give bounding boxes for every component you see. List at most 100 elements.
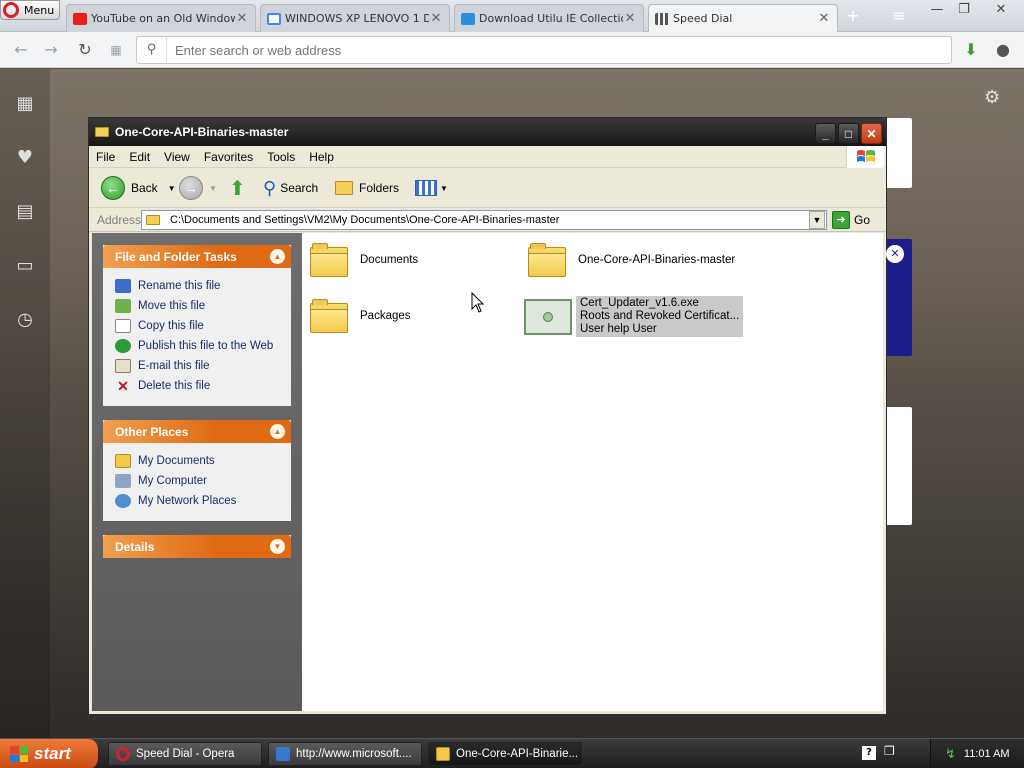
task-label: Copy this file bbox=[138, 320, 204, 332]
address-field[interactable]: C:\Documents and Settings\VM2\My Documen… bbox=[141, 210, 827, 230]
tile-close-icon[interactable]: ✕ bbox=[886, 245, 904, 263]
file-description: Roots and Revoked Certificat... bbox=[580, 310, 740, 322]
speed-dial-tile[interactable] bbox=[884, 407, 912, 525]
taskbar-button-label: Speed Dial - Opera bbox=[136, 748, 235, 760]
taskbar-button-opera[interactable]: Speed Dial - Opera bbox=[108, 742, 262, 766]
explorer-addressbar: Address C:\Documents and Settings\VM2\My… bbox=[89, 208, 886, 232]
menu-favorites[interactable]: Favorites bbox=[197, 150, 260, 164]
panel-header[interactable]: Other Places ▲ bbox=[103, 420, 291, 443]
new-tab-plus-icon[interactable]: + bbox=[842, 6, 864, 25]
help-icon[interactable]: ? bbox=[862, 746, 876, 760]
close-icon[interactable]: ✕ bbox=[623, 11, 637, 26]
dropdown-arrow-icon[interactable]: ▼ bbox=[168, 184, 176, 193]
address-dropdown[interactable]: ▼ bbox=[809, 211, 825, 229]
dropdown-arrow-icon: ▼ bbox=[440, 183, 448, 193]
folders-button[interactable]: Folders bbox=[335, 174, 399, 202]
tab-menu-icon[interactable]: ≡ bbox=[888, 6, 910, 25]
task-copy[interactable]: Copy this file bbox=[115, 316, 281, 336]
back-label: Back bbox=[131, 181, 158, 195]
task-move[interactable]: Move this file bbox=[115, 296, 281, 316]
task-list: Rename this file Move this file Copy thi… bbox=[103, 268, 291, 406]
network-icon bbox=[115, 494, 131, 508]
expand-chevron-icon[interactable]: ▼ bbox=[270, 539, 285, 554]
file-item-cert-updater[interactable]: Cert_Updater_v1.6.exe Roots and Revoked … bbox=[524, 296, 744, 337]
address-path: C:\Documents and Settings\VM2\My Documen… bbox=[170, 214, 560, 226]
menu-edit[interactable]: Edit bbox=[122, 150, 157, 164]
devices-icon[interactable]: ▭ bbox=[12, 255, 38, 277]
speed-dial-tile[interactable] bbox=[884, 118, 912, 188]
panel-title: Details bbox=[115, 539, 155, 554]
minimize-button[interactable]: _ bbox=[815, 123, 836, 144]
taskbar-button-label: One-Core-API-Binarie... bbox=[456, 748, 579, 760]
menu-file[interactable]: File bbox=[89, 150, 122, 164]
tab-youtube[interactable]: YouTube on an Old Windows ✕ bbox=[66, 4, 256, 32]
task-rename[interactable]: Rename this file bbox=[115, 276, 281, 296]
forward-arrow-icon[interactable]: → bbox=[40, 39, 62, 61]
tab-utilu[interactable]: Download Utilu IE Collection ✕ bbox=[454, 4, 644, 32]
globe-icon bbox=[115, 339, 131, 353]
close-icon[interactable]: ✕ bbox=[429, 11, 443, 26]
file-item-documents[interactable]: Documents bbox=[310, 243, 418, 277]
explorer-title: One-Core-API-Binaries-master bbox=[115, 125, 289, 139]
magnifier-icon: ⚲ bbox=[263, 177, 277, 198]
task-delete[interactable]: ✕ Delete this file bbox=[115, 376, 281, 396]
opera-menu-button[interactable]: Menu bbox=[0, 0, 60, 20]
restore-windows-icon[interactable]: ❐ bbox=[884, 744, 895, 758]
panel-header[interactable]: File and Folder Tasks ▲ bbox=[103, 245, 291, 268]
task-publish[interactable]: Publish this file to the Web bbox=[115, 336, 281, 356]
place-my-computer[interactable]: My Computer bbox=[115, 471, 281, 491]
network-tray-icon[interactable]: ↯ bbox=[945, 746, 956, 762]
file-item-one-core[interactable]: One-Core-API-Binaries-master bbox=[528, 243, 735, 277]
menu-help[interactable]: Help bbox=[302, 150, 341, 164]
start-button[interactable]: start bbox=[0, 739, 98, 768]
back-arrow-icon[interactable]: ← bbox=[10, 39, 32, 61]
collapse-chevron-icon[interactable]: ▲ bbox=[270, 424, 285, 439]
go-label: Go bbox=[854, 213, 871, 227]
account-icon[interactable]: ● bbox=[992, 39, 1014, 61]
back-button[interactable]: ← Back ▼ bbox=[101, 174, 176, 202]
maximize-button[interactable]: □ bbox=[838, 123, 859, 144]
address-input[interactable] bbox=[167, 38, 951, 62]
task-email[interactable]: E-mail this file bbox=[115, 356, 281, 376]
settings-gear-icon[interactable]: ⚙ bbox=[984, 87, 1000, 108]
up-folder-button[interactable]: ⬆ bbox=[229, 174, 246, 202]
go-button[interactable]: ➜ Go bbox=[832, 210, 870, 230]
taskbar-button-ie[interactable]: http://www.microsoft.... bbox=[268, 742, 422, 766]
close-icon[interactable]: ✕ bbox=[817, 11, 831, 26]
folder-icon bbox=[310, 299, 350, 333]
folder-icon bbox=[115, 454, 131, 468]
google-icon bbox=[267, 12, 281, 25]
up-folder-icon: ⬆ bbox=[229, 177, 246, 200]
explorer-titlebar[interactable]: One-Core-API-Binaries-master _ □ ✕ bbox=[89, 118, 886, 146]
news-icon[interactable]: ▤ bbox=[12, 201, 38, 223]
menu-tools[interactable]: Tools bbox=[260, 150, 302, 164]
close-icon[interactable]: ✕ bbox=[235, 11, 249, 26]
place-my-network[interactable]: My Network Places bbox=[115, 491, 281, 511]
tab-speed-dial[interactable]: Speed Dial ✕ bbox=[648, 4, 838, 32]
grid-icon[interactable]: ▦ bbox=[105, 39, 127, 61]
speed-dial-grid-icon[interactable]: ▦ bbox=[12, 93, 38, 115]
heart-icon[interactable]: ♥ bbox=[12, 147, 38, 169]
menu-view[interactable]: View bbox=[157, 150, 197, 164]
collapse-chevron-icon[interactable]: ▲ bbox=[270, 249, 285, 264]
reload-icon[interactable]: ↻ bbox=[74, 39, 96, 61]
history-clock-icon[interactable]: ◷ bbox=[12, 309, 38, 331]
close-button[interactable]: ✕ bbox=[861, 123, 882, 144]
address-bar[interactable]: ⚲ bbox=[136, 36, 952, 64]
tab-google[interactable]: WINDOWS XP LENOVO 1 DO ✕ bbox=[260, 4, 450, 32]
forward-button[interactable]: → ▼ bbox=[179, 174, 217, 202]
minimize-icon[interactable]: — bbox=[926, 2, 948, 17]
place-my-documents[interactable]: My Documents bbox=[115, 451, 281, 471]
file-item-packages[interactable]: Packages bbox=[310, 299, 411, 333]
window-close-icon[interactable]: ✕ bbox=[990, 2, 1012, 17]
search-button[interactable]: ⚲ Search bbox=[263, 174, 318, 202]
download-icon[interactable]: ⬇ bbox=[960, 39, 982, 61]
file-folder-tasks-panel: File and Folder Tasks ▲ Rename this file… bbox=[103, 245, 291, 406]
task-label: Rename this file bbox=[138, 280, 221, 292]
restore-icon[interactable]: ❐ bbox=[953, 2, 975, 17]
browser-navbar: ← → ↻ ▦ ⚲ ⬇ ● bbox=[0, 32, 1024, 68]
panel-header[interactable]: Details ▼ bbox=[103, 535, 291, 558]
taskbar-button-explorer[interactable]: One-Core-API-Binarie... bbox=[428, 742, 582, 766]
move-icon bbox=[115, 299, 131, 313]
views-button[interactable]: ▼ bbox=[415, 174, 448, 202]
